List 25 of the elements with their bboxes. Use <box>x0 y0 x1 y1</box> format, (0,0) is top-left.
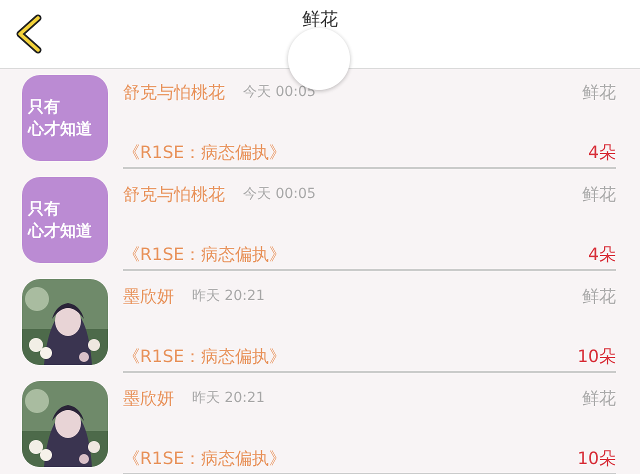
sender-name[interactable]: 墨欣妍 <box>123 386 174 410</box>
timestamp: 今天 00:05 <box>243 185 316 203</box>
gift-type: 鲜花 <box>582 82 616 104</box>
work-title[interactable]: 《R1SE：病态偏执》 <box>123 344 286 368</box>
timestamp: 昨天 20:21 <box>192 389 265 407</box>
back-icon <box>14 14 44 54</box>
work-title[interactable]: 《R1SE：病态偏执》 <box>123 242 286 266</box>
sender-name[interactable]: 墨欣妍 <box>123 284 174 308</box>
avatar-text: 心才知道 <box>28 118 93 140</box>
gift-count: 4朵 <box>588 142 616 164</box>
sender-name[interactable]: 舒克与怕桃花 <box>123 182 225 206</box>
gift-count: 10朵 <box>577 346 616 368</box>
gift-count: 4朵 <box>588 244 616 266</box>
gift-type: 鲜花 <box>582 388 616 410</box>
avatar-text: 心才知道 <box>28 220 93 242</box>
work-title[interactable]: 《R1SE：病态偏执》 <box>123 446 286 470</box>
gift-type: 鲜花 <box>582 184 616 206</box>
page-title: 鲜花 <box>302 8 338 31</box>
avatar-text: 只有 <box>28 198 61 220</box>
work-title[interactable]: 《R1SE：病态偏执》 <box>123 140 286 164</box>
timestamp: 昨天 20:21 <box>192 287 265 305</box>
sender-name[interactable]: 舒克与怕桃花 <box>123 80 225 104</box>
gift-type: 鲜花 <box>582 286 616 308</box>
gift-count: 10朵 <box>577 448 616 470</box>
avatar-text: 只有 <box>28 96 61 118</box>
